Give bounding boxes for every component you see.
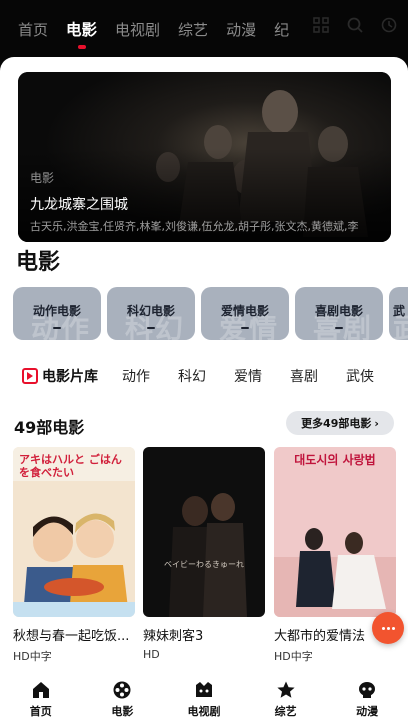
category-comedy[interactable]: 喜剧: [290, 366, 318, 386]
genre-card-comedy[interactable]: 喜剧 喜剧电影: [295, 287, 383, 340]
bottom-nav: 首页 电影 电视剧 综艺 动漫: [0, 672, 408, 726]
hero-banner[interactable]: 电影 九龙城寨之围城 古天乐,洪金宝,任贤齐,林峯,刘俊谦,伍允龙,胡子彤,张文…: [18, 72, 391, 242]
bottom-nav-home[interactable]: 首页: [0, 672, 82, 726]
genre-card-label: 爱情电影: [220, 304, 269, 318]
bottom-nav-movie[interactable]: 电影: [82, 672, 164, 726]
app-screen: 首页 电影 电视剧 综艺 动漫 纪 电影 九龙城寨之围城 古天乐,洪金宝,任贤齐…: [0, 0, 408, 726]
history-icon[interactable]: [380, 16, 398, 34]
genre-card-dash: [241, 327, 249, 329]
movie-poster: ベイビーわるきゅーれ: [143, 447, 265, 617]
star-icon: [276, 681, 295, 698]
film-library-icon: [22, 368, 38, 384]
banner-image: [18, 72, 391, 242]
movie-poster: アキはハルと ごはんを食べたい: [13, 447, 135, 617]
movie-quality-badge: HD: [143, 648, 160, 661]
genre-cards: 动作 动作电影 科幻 科幻电影 爱情 爱情电影 喜剧 喜剧电影 武 武: [13, 287, 408, 341]
movie-quality-badge: HD中字: [274, 650, 313, 663]
category-scifi[interactable]: 科幻: [178, 366, 206, 386]
movie-quality-badge: HD中字: [13, 650, 52, 663]
tab-variety[interactable]: 综艺: [178, 19, 208, 40]
banner-title: 九龙城寨之围城: [30, 197, 128, 213]
movie-title: 辣妹刺客3: [143, 629, 204, 644]
movie-card[interactable]: ベイビーわるきゅーれ 辣妹刺客3 HD: [143, 447, 265, 661]
poster-title-text: 대도시의 사랑법: [294, 453, 376, 467]
movie-title: 秋想与春一起吃饭...: [13, 629, 130, 644]
more-dots-icon: [391, 626, 395, 630]
movies-count: 49部电影: [14, 418, 85, 437]
banner-category-tag: 电影: [30, 171, 55, 185]
bottom-nav-anime[interactable]: 动漫: [326, 672, 408, 726]
bottom-nav-label: 首页: [29, 705, 52, 718]
category-row: 电影片库 动作 科幻 爱情 喜剧 武侠: [22, 365, 402, 387]
chevron-right-icon: ›: [374, 416, 379, 430]
category-action[interactable]: 动作: [122, 366, 150, 386]
genre-card-dash: [53, 327, 61, 329]
poster-title-text: アキはハルと ごはんを食べたい: [19, 453, 122, 479]
category-wuxia[interactable]: 武侠: [346, 366, 374, 386]
tab-anime[interactable]: 动漫: [226, 19, 256, 40]
search-icon[interactable]: [346, 16, 364, 34]
nav-icons: [312, 16, 398, 34]
more-fab[interactable]: [372, 612, 404, 644]
genre-card-label: 动作电影: [32, 304, 81, 318]
banner-cast: 古天乐,洪金宝,任贤齐,林峯,刘俊谦,伍允龙,胡子彤,张文杰,黄德斌,李: [30, 220, 359, 233]
bottom-nav-label: 综艺: [274, 705, 297, 718]
tab-home[interactable]: 首页: [18, 19, 48, 40]
bottom-nav-label: 动漫: [356, 705, 379, 718]
channel-tabs: 首页 电影 电视剧 综艺 动漫 纪: [0, 14, 289, 49]
category-romance[interactable]: 爱情: [234, 366, 262, 386]
tab-movie[interactable]: 电影: [66, 18, 97, 49]
section-title: 电影: [16, 250, 61, 275]
more-dots-icon: [386, 626, 390, 630]
genre-card-dash: [335, 327, 343, 329]
genre-card-label: 科幻电影: [126, 304, 175, 318]
bottom-nav-variety[interactable]: 综艺: [245, 672, 327, 726]
film-library-link[interactable]: 电影片库: [42, 366, 98, 386]
movie-poster: 대도시의 사랑법: [274, 447, 396, 617]
more-movies-label: 更多49部电影: [301, 417, 372, 430]
grid-icon[interactable]: [312, 16, 330, 34]
genre-card-dash: [147, 327, 155, 329]
bottom-nav-label: 电影: [111, 705, 134, 718]
tab-documentary[interactable]: 纪: [274, 19, 289, 40]
more-movies-button[interactable]: 更多49部电影 ›: [286, 411, 394, 435]
bottom-nav-tv[interactable]: 电视剧: [163, 672, 245, 726]
film-reel-icon: [113, 681, 131, 699]
genre-card-scifi[interactable]: 科幻 科幻电影: [107, 287, 195, 340]
tab-tv[interactable]: 电视剧: [115, 19, 160, 40]
genre-card-romance[interactable]: 爱情 爱情电影: [201, 287, 289, 340]
genre-card-label: 武: [393, 304, 406, 318]
genre-card-label: 喜剧电影: [314, 304, 363, 318]
poster-title-text: ベイビーわるきゅーれ: [164, 560, 244, 569]
home-icon: [32, 682, 49, 698]
movie-card[interactable]: アキはハルと ごはんを食べたい 秋想与春一起吃饭... HD中字: [13, 447, 135, 664]
genre-card-wuxia[interactable]: 武 武: [389, 287, 408, 340]
anime-face-icon: [359, 682, 376, 698]
tv-icon: [195, 682, 212, 697]
more-dots-icon: [381, 626, 385, 630]
bottom-nav-label: 电视剧: [187, 705, 221, 718]
genre-card-action[interactable]: 动作 动作电影: [13, 287, 101, 340]
